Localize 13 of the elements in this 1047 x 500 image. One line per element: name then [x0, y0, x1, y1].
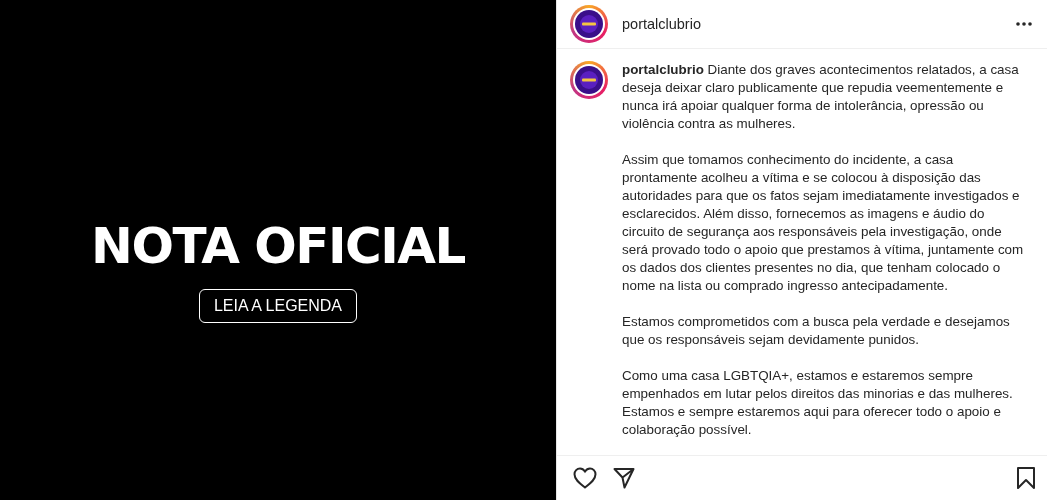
- username-link[interactable]: portalclubrio: [622, 16, 1001, 32]
- caption-paragraph: Assim que tomamos conhecimento do incidente, a casa prontamente acolheu a vítima e se colocou à disposição das autoridades para que os fatos sejam imediatamente investigados e esclarecidos. Além disso, fornecemos as imagens e áudio do circuito de segurança aos responsáveis pela investigação, onde será provado todo o apoio que prestamos à vítima, juntamente com os dados dos clientes presentes no dia, que tenham colocado o nome na lista ou comprado ingresso antecipadamente.: [622, 151, 1025, 295]
- more-options-icon[interactable]: [1015, 21, 1033, 27]
- post-title: NOTA OFICIAL: [91, 217, 465, 275]
- share-icon[interactable]: [613, 467, 635, 489]
- caption-paragraph: Estamos comprometidos com a busca pela verdade e desejamos que os responsáveis sejam devidamente punidos.: [622, 313, 1011, 349]
- heart-icon[interactable]: [573, 467, 597, 489]
- avatar[interactable]: [570, 61, 608, 99]
- caption-paragraph: portalclubrio Diante dos graves acontecimentos relatados, a casa deseja deixar claro publicamente que repudia veementemente e nunca irá apoiar qualquer forma de intolerância, opressão ou violência contra as mulheres.: [622, 61, 1020, 133]
- bookmark-icon[interactable]: [1017, 467, 1035, 489]
- caption-button[interactable]: LEIA A LEGENDA: [198, 289, 358, 323]
- caption-paragraph: Como uma casa LGBTQIA+, estamos e estaremos sempre empenhados em lutar pelos direitos das minorias e das mulheres. Estamos e sempre estaremos aqui para oferecer todo o apoio e colaboração possível.: [622, 367, 1014, 439]
- avatar[interactable]: [570, 5, 608, 43]
